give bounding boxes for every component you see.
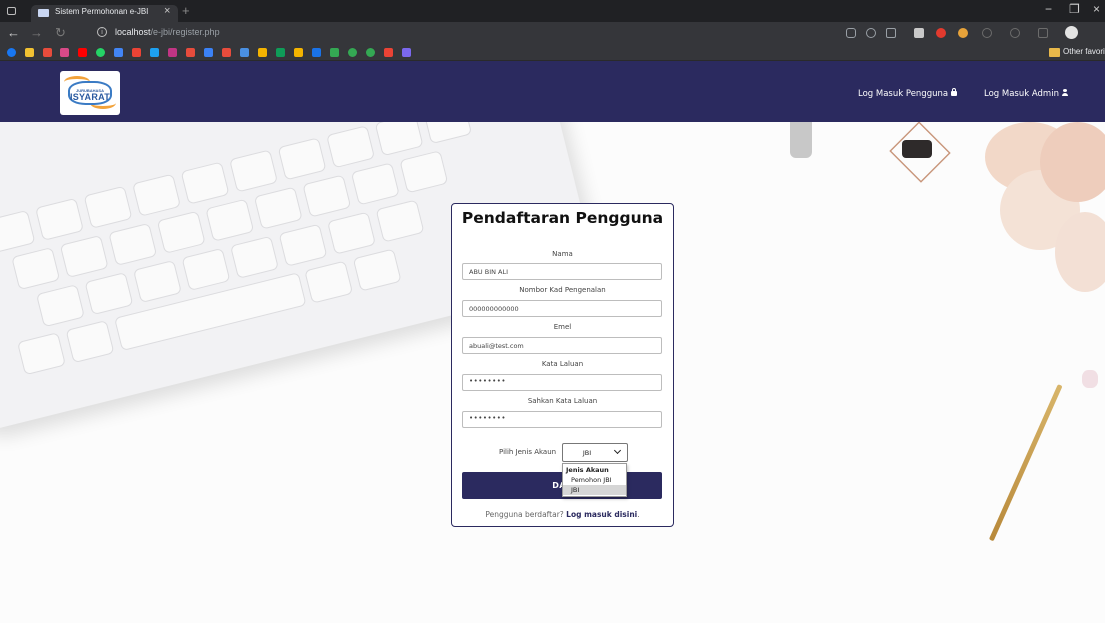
login-prompt-text: Pengguna berdaftar? bbox=[485, 510, 564, 519]
search-icon[interactable] bbox=[846, 28, 856, 38]
decor-lamp-image bbox=[860, 122, 960, 192]
bookmark-icon[interactable] bbox=[384, 48, 393, 57]
bookmark-twitter-icon[interactable] bbox=[150, 48, 159, 57]
tab-close-icon[interactable]: × bbox=[164, 5, 170, 17]
bookmark-drive-icon[interactable] bbox=[276, 48, 285, 57]
site-info-icon[interactable]: i bbox=[97, 27, 107, 37]
confirm-password-label: Sahkan Kata Laluan bbox=[527, 397, 598, 405]
url-text[interactable]: localhost/e-jbi/register.php bbox=[115, 27, 220, 37]
admin-login-link[interactable]: Log Masuk Admin bbox=[984, 89, 1068, 99]
name-label: Nama bbox=[552, 250, 573, 258]
email-field[interactable]: abuali@test.com bbox=[462, 337, 662, 354]
zoom-icon[interactable] bbox=[866, 28, 876, 38]
tab-title: Sistem Permohonan e-JBI bbox=[55, 7, 149, 16]
other-favorites[interactable]: Other favorites bbox=[1063, 47, 1105, 56]
login-prompt-period: . bbox=[637, 510, 640, 519]
bookmark-icon[interactable] bbox=[258, 48, 267, 57]
bookmark-icon[interactable] bbox=[348, 48, 357, 57]
ic-field[interactable]: 000000000000 bbox=[462, 300, 662, 317]
bookmark-icon[interactable] bbox=[330, 48, 339, 57]
ic-label: Nombor Kad Pengenalan bbox=[519, 286, 606, 294]
bookmarks-bar: Other favorites bbox=[0, 44, 1105, 61]
tab-actions-icon[interactable] bbox=[7, 7, 16, 15]
bookmark-docs-icon[interactable] bbox=[114, 48, 123, 57]
dropdown-option-pemohon[interactable]: Pemohon JBI bbox=[563, 475, 626, 485]
bookmark-facebook-icon[interactable] bbox=[7, 48, 16, 57]
collections-icon[interactable] bbox=[1038, 28, 1048, 38]
read-aloud-icon[interactable] bbox=[886, 28, 896, 38]
login-link[interactable]: Log masuk disini bbox=[566, 510, 637, 519]
bookmark-youtube-icon[interactable] bbox=[78, 48, 87, 57]
password-field[interactable]: •••••••• bbox=[462, 374, 662, 391]
browser-tab-bar: Sistem Permohonan e-JBI × + − ❐ × bbox=[0, 0, 1105, 22]
back-icon[interactable]: ← bbox=[7, 25, 20, 40]
profile-avatar[interactable] bbox=[1065, 26, 1078, 39]
bookmark-icon[interactable] bbox=[366, 48, 375, 57]
bookmark-instagram-icon[interactable] bbox=[168, 48, 177, 57]
logo-title: ISYARAT bbox=[69, 92, 111, 102]
page-title: Pendaftaran Pengguna bbox=[461, 209, 664, 227]
password-label: Kata Laluan bbox=[541, 360, 584, 368]
email-label: Emel bbox=[553, 323, 572, 331]
bookmark-icon[interactable] bbox=[204, 48, 213, 57]
minimize-icon[interactable]: − bbox=[1045, 2, 1052, 16]
extension-red-icon[interactable] bbox=[936, 28, 946, 38]
maximize-icon[interactable]: ❐ bbox=[1069, 2, 1080, 16]
bookmark-whatsapp-icon[interactable] bbox=[96, 48, 105, 57]
account-type-dropdown: Jenis Akaun Pemohon JBI JBI bbox=[562, 463, 627, 497]
site-navbar: JURUBAHASA ISYARAT Log Masuk Pengguna Lo… bbox=[0, 61, 1105, 122]
extension-icon[interactable] bbox=[914, 28, 924, 38]
confirm-password-field[interactable]: •••••••• bbox=[462, 411, 662, 428]
flower-image bbox=[1040, 122, 1105, 202]
account-type-label: Pilih Jenis Akaun bbox=[499, 448, 557, 456]
address-bar[interactable]: i localhost/e-jbi/register.php bbox=[88, 25, 828, 41]
account-type-value: JBI bbox=[582, 449, 592, 457]
user-login-label: Log Masuk Pengguna bbox=[858, 89, 949, 99]
forward-icon[interactable]: → bbox=[30, 25, 43, 40]
bookmark-icon[interactable] bbox=[222, 48, 231, 57]
flower-image bbox=[1055, 212, 1105, 292]
decor-stand-image bbox=[790, 122, 812, 158]
browser-tab[interactable]: Sistem Permohonan e-JBI × bbox=[31, 5, 178, 22]
dropdown-option-jbi[interactable]: JBI bbox=[563, 485, 626, 495]
chevron-down-icon bbox=[613, 446, 622, 455]
extension-orange-icon[interactable] bbox=[958, 28, 968, 38]
admin-login-label: Log Masuk Admin bbox=[984, 89, 1059, 99]
bookmark-icon[interactable] bbox=[294, 48, 303, 57]
registration-card: Pendaftaran Pengguna Nama ABU BIN ALI No… bbox=[451, 203, 674, 527]
close-window-icon[interactable]: × bbox=[1093, 2, 1100, 16]
user-icon bbox=[1061, 89, 1068, 96]
bookmark-gmail-icon[interactable] bbox=[132, 48, 141, 57]
extension-gray-icon[interactable] bbox=[982, 28, 992, 38]
name-field[interactable]: ABU BIN ALI bbox=[462, 263, 662, 280]
bookmark-icon[interactable] bbox=[186, 48, 195, 57]
bookmark-icon[interactable] bbox=[312, 48, 321, 57]
user-login-link[interactable]: Log Masuk Pengguna bbox=[858, 88, 958, 99]
account-type-select[interactable]: JBI bbox=[562, 443, 628, 462]
bookmark-icon[interactable] bbox=[402, 48, 411, 57]
refresh-icon[interactable]: ↻ bbox=[55, 25, 66, 41]
folder-icon bbox=[1049, 48, 1060, 57]
dropdown-option-header: Jenis Akaun bbox=[566, 466, 609, 474]
login-prompt: Pengguna berdaftar? Log masuk disini. bbox=[452, 510, 673, 519]
bookmark-icon[interactable] bbox=[240, 48, 249, 57]
bookmark-icon[interactable] bbox=[25, 48, 34, 57]
site-logo[interactable]: JURUBAHASA ISYARAT bbox=[60, 71, 120, 115]
pen-gem-image bbox=[1082, 370, 1098, 388]
new-tab-icon[interactable]: + bbox=[182, 3, 190, 18]
bookmark-icon[interactable] bbox=[60, 48, 69, 57]
favorites-icon[interactable] bbox=[1010, 28, 1020, 38]
bookmark-icon[interactable] bbox=[43, 48, 52, 57]
pen-image bbox=[988, 384, 1063, 542]
lock-icon bbox=[951, 88, 958, 96]
address-bar-row: ← → ↻ i localhost/e-jbi/register.php bbox=[0, 22, 1105, 44]
tab-favicon-icon bbox=[38, 9, 49, 17]
